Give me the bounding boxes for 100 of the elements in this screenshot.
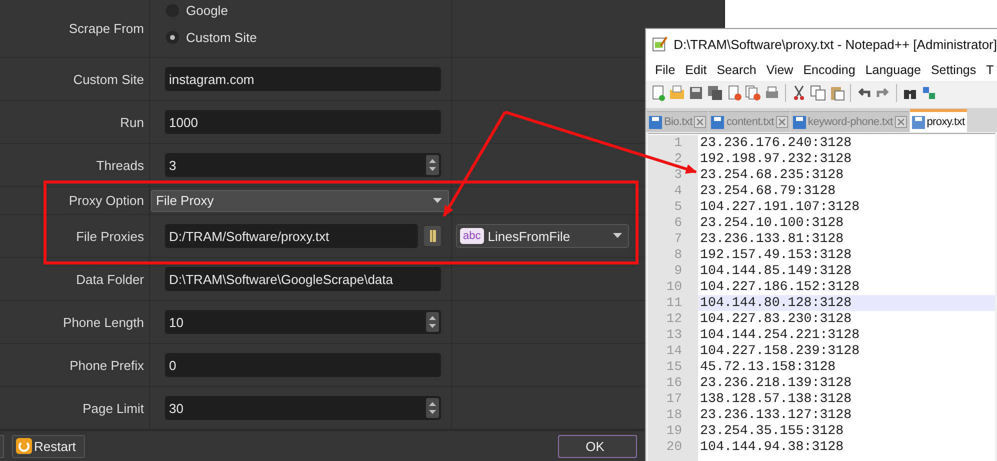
text-field[interactable]: instagram.com (165, 67, 441, 91)
line-number: 3 (673, 167, 683, 183)
text-line: 138.128.57.138:3128 (699, 391, 853, 407)
field-label: File Proxies (76, 228, 144, 244)
text-line: 104.227.191.107:3128 (699, 199, 861, 215)
copy-icon[interactable] (810, 85, 826, 101)
number-field[interactable]: 10 (165, 310, 441, 334)
menu-item[interactable]: View (761, 63, 798, 77)
line-number: 16 (665, 375, 683, 391)
text-line: 104.227.186.152:3128 (699, 279, 861, 295)
close-file-icon[interactable] (726, 85, 742, 101)
floppy-icon (711, 116, 724, 128)
floppy-icon (912, 116, 925, 128)
menu-item[interactable]: Language (860, 63, 926, 77)
field-label: Threads (96, 158, 144, 172)
save-all-icon[interactable] (707, 85, 723, 101)
text-line: 23.236.133.127:3128 (699, 407, 853, 423)
menu-item[interactable]: Edit (680, 63, 712, 77)
text-line: 23.254.68.79:3128 (699, 183, 837, 199)
text-line: 104.227.158.239:3128 (699, 343, 861, 359)
tab-close-icon[interactable] (894, 116, 907, 128)
text-field[interactable]: 0 (165, 353, 441, 377)
floppy-icon (792, 116, 806, 128)
text-field[interactable]: D:\TRAM\Software\GoogleScrape\data (165, 267, 441, 291)
dropdown[interactable]: File Proxy (151, 190, 449, 212)
field-label: Page Limit (82, 400, 144, 416)
save-icon[interactable] (688, 85, 704, 101)
menu-item[interactable]: Encoding (798, 63, 860, 77)
restart-icon (16, 438, 32, 454)
text-line: 23.254.10.100:3128 (699, 215, 845, 231)
line-number: 17 (665, 391, 683, 407)
text-line: 23.254.68.235:3128 (699, 167, 845, 183)
replace-icon[interactable] (921, 85, 937, 101)
field-label: Data Folder (76, 272, 144, 286)
open-folder-icon[interactable] (669, 85, 685, 101)
text-line: 104.144.85.149:3128 (699, 263, 853, 279)
window-title: D:\TRAM\Software\proxy.txt - Notepad++ [Administrator] (674, 36, 997, 52)
mode-dropdown[interactable]: abc LinesFromFile (456, 224, 629, 248)
field-label: Scrape From (68, 21, 144, 36)
caret-icon (613, 233, 622, 239)
notepad-icon (652, 36, 668, 52)
paste-icon[interactable] (829, 85, 845, 101)
line-number: 13 (665, 327, 683, 343)
line-number: 10 (665, 279, 683, 295)
tab-close-icon[interactable] (694, 116, 706, 128)
text-line: 104.144.254.221:3128 (699, 327, 861, 343)
field-value: 3 (169, 158, 176, 172)
spin-arrows-icon[interactable] (426, 155, 439, 175)
line-number: 4 (673, 183, 683, 199)
text-line: 23.236.218.139:3128 (699, 375, 853, 391)
line-number: 2 (673, 151, 683, 167)
line-number: 18 (665, 407, 683, 423)
field-label: Proxy Option (68, 193, 144, 208)
radio-label: Google (186, 2, 228, 18)
line-number: 14 (665, 343, 683, 359)
spin-arrows-icon[interactable] (426, 398, 439, 418)
field-label: Phone Length (63, 314, 144, 330)
path-field[interactable]: D:/TRAM/Software/proxy.txt (165, 224, 418, 248)
line-number: 9 (673, 263, 683, 279)
text-field[interactable]: 1000 (165, 110, 441, 134)
floppy-icon (649, 116, 662, 128)
text-line: 23.254.35.155:3128 (699, 423, 845, 439)
new-file-icon[interactable] (650, 85, 666, 101)
line-number: 8 (673, 247, 683, 263)
line-number: 15 (665, 359, 683, 375)
close-all-icon[interactable] (745, 85, 761, 101)
menu-item[interactable]: File (650, 63, 680, 77)
text-line: 104.144.94.38:3128 (699, 439, 845, 455)
type-badge: abc (460, 228, 484, 244)
dropdown-value: LinesFromFile (488, 228, 572, 244)
text-line: 192.157.49.153:3128 (699, 247, 853, 263)
browse-button[interactable] (424, 226, 441, 246)
menu-item[interactable]: Search (712, 63, 762, 77)
line-number: 7 (673, 231, 683, 247)
text-line: 192.198.97.232:3128 (699, 151, 853, 167)
file-tab[interactable]: proxy.txt (910, 109, 967, 132)
field-label: Run (120, 114, 144, 130)
menu-item[interactable]: Settings (926, 63, 982, 77)
line-number: 11 (665, 295, 683, 311)
line-number: 1 (673, 135, 683, 151)
field-label: Custom Site (73, 72, 144, 86)
line-number: 19 (665, 423, 683, 439)
line-number: 20 (665, 439, 683, 455)
restart-button[interactable]: Restart (12, 434, 85, 458)
ok-button[interactable]: OK (558, 434, 637, 458)
print-icon[interactable] (764, 85, 780, 101)
text-line: 45.72.13.158:3128 (699, 359, 837, 375)
line-number: 5 (673, 199, 683, 215)
dropdown-value: File Proxy (156, 193, 214, 208)
field-value: 10 (169, 314, 184, 330)
menu-item[interactable]: T (981, 63, 997, 77)
radio-label: Custom Site (186, 30, 257, 44)
field-value: 30 (169, 400, 184, 416)
spin-arrows-icon[interactable] (426, 312, 439, 332)
tab-close-icon[interactable] (776, 116, 788, 128)
number-field[interactable]: 3 (165, 153, 441, 177)
number-field[interactable]: 30 (165, 396, 441, 420)
radio-button[interactable] (166, 30, 179, 44)
line-number: 12 (665, 311, 683, 327)
scissors-icon[interactable] (791, 85, 807, 101)
